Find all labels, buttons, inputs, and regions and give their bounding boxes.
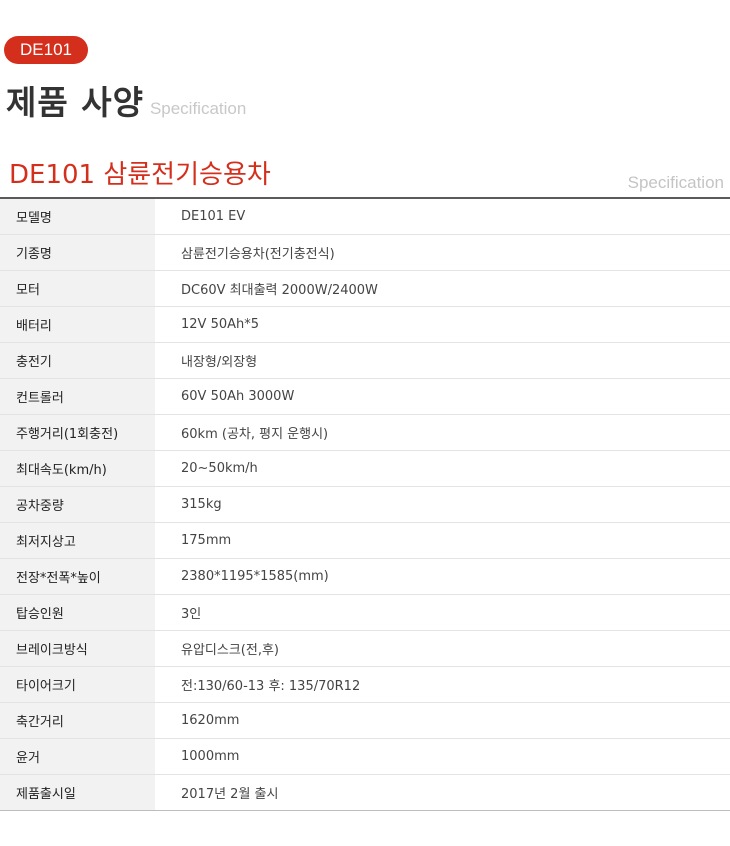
table-row: 기종명 삼륜전기승용차(전기충전식) <box>0 235 730 271</box>
spec-label: 충전기 <box>0 343 155 378</box>
spec-value: 삼륜전기승용차(전기충전식) <box>181 247 335 262</box>
spec-label: 배터리 <box>0 307 155 342</box>
table-row: 축간거리 1620mm <box>0 703 730 739</box>
spec-value: 20~50km/h <box>181 461 258 476</box>
table-row: 윤거 1000mm <box>0 739 730 775</box>
spec-label: 모터 <box>0 271 155 306</box>
specification-label: Specification <box>627 173 724 192</box>
spec-value: 1620mm <box>181 713 240 728</box>
spec-label: 모델명 <box>0 199 155 234</box>
table-row: 최저지상고 175mm <box>0 523 730 559</box>
spec-value: 내장형/외장형 <box>181 355 258 370</box>
spec-value: 1000mm <box>181 749 240 764</box>
table-row: 컨트롤러 60V 50Ah 3000W <box>0 379 730 415</box>
table-row: 브레이크방식 유압디스크(전,후) <box>0 631 730 667</box>
spec-value: 전:130/60-13 후: 135/70R12 <box>181 679 361 694</box>
page-title-english: Specification <box>149 99 247 118</box>
spec-label: 축간거리 <box>0 703 155 738</box>
spec-value: DE101 EV <box>181 209 246 224</box>
spec-value: DC60V 최대출력 2000W/2400W <box>181 283 378 298</box>
table-row: 타이어크기 전:130/60-13 후: 135/70R12 <box>0 667 730 703</box>
model-badge: DE101 <box>4 36 88 64</box>
spec-value: 60km (공차, 평지 운행시) <box>181 427 329 442</box>
spec-value: 유압디스크(전,후) <box>181 643 279 658</box>
spec-label: 컨트롤러 <box>0 379 155 414</box>
spec-label: 기종명 <box>0 235 155 270</box>
product-name: DE101 삼륜전기승용차 <box>9 160 271 190</box>
page-title: 제품 사양 Specification <box>6 76 247 122</box>
table-row: 최대속도(km/h) 20~50km/h <box>0 451 730 487</box>
spec-label: 윤거 <box>0 739 155 774</box>
spec-label: 공차중량 <box>0 487 155 522</box>
spec-label: 전장*전폭*높이 <box>0 559 155 594</box>
table-row: 주행거리(1회충전) 60km (공차, 평지 운행시) <box>0 415 730 451</box>
spec-value: 2380*1195*1585(mm) <box>181 569 329 584</box>
table-row: 제품출시일 2017년 2월 출시 <box>0 775 730 811</box>
spec-label: 타이어크기 <box>0 667 155 702</box>
spec-label: 최대속도(km/h) <box>0 451 155 486</box>
spec-value: 315kg <box>181 497 222 512</box>
table-row: 탑승인원 3인 <box>0 595 730 631</box>
spec-label: 주행거리(1회충전) <box>0 415 155 450</box>
page-title-korean: 제품 사양 <box>6 83 144 122</box>
table-row: 모델명 DE101 EV <box>0 199 730 235</box>
table-row: 배터리 12V 50Ah*5 <box>0 307 730 343</box>
spec-label: 브레이크방식 <box>0 631 155 666</box>
table-row: 충전기 내장형/외장형 <box>0 343 730 379</box>
spec-table: 모델명 DE101 EV 기종명 삼륜전기승용차(전기충전식) 모터 DC60V 최대… <box>0 197 730 811</box>
table-row: 전장*전폭*높이 2380*1195*1585(mm) <box>0 559 730 595</box>
spec-value: 175mm <box>181 533 232 548</box>
table-row: 모터 DC60V 최대출력 2000W/2400W <box>0 271 730 307</box>
spec-label: 탑승인원 <box>0 595 155 630</box>
spec-value: 60V 50Ah 3000W <box>181 389 295 404</box>
spec-label: 제품출시일 <box>0 775 155 810</box>
spec-value: 12V 50Ah*5 <box>181 317 260 332</box>
spec-value: 2017년 2월 출시 <box>181 787 279 802</box>
table-row: 공차중량 315kg <box>0 487 730 523</box>
spec-label: 최저지상고 <box>0 523 155 558</box>
spec-value: 3인 <box>181 607 202 622</box>
